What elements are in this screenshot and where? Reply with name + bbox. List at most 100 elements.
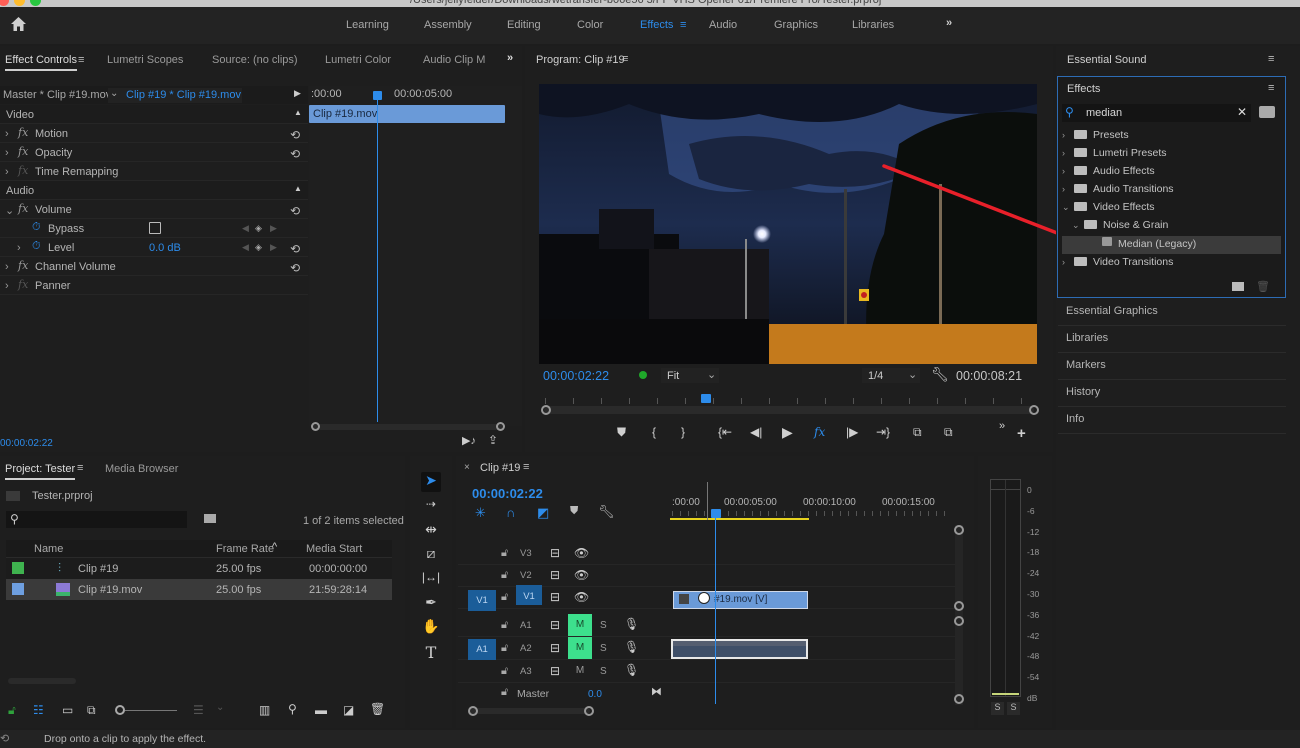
video-clip[interactable]: #19.mov [V] — [673, 591, 808, 609]
table-row[interactable]: ⫶ Clip #19 25.00 fps 00:00:00:00 — [6, 558, 392, 579]
fx-toggle-icon[interactable]: fx — [814, 425, 825, 439]
eye-icon[interactable]: 👁︎ — [574, 546, 589, 560]
panel-libraries[interactable]: Libraries — [1058, 326, 1286, 353]
export-frame-icon[interactable]: ⇪ — [488, 433, 498, 447]
collapse-chevron-icon[interactable]: ⌄ — [1062, 202, 1074, 213]
type-tool-icon[interactable]: T — [421, 643, 441, 663]
slip-tool-icon[interactable]: |↔| — [421, 570, 441, 590]
toggle-sync-lock-icon[interactable]: ⊟ — [550, 618, 560, 632]
selection-tool-icon[interactable]: ➤ — [421, 472, 441, 492]
collapse-chevron-icon[interactable]: ⌄ — [5, 204, 14, 217]
pen-tool-icon[interactable]: ✒ — [421, 594, 441, 614]
bypass-checkbox[interactable] — [149, 222, 161, 234]
fx-icon[interactable]: fx — [18, 259, 28, 272]
tab-project[interactable]: Project: Tester — [5, 463, 76, 480]
zoom-slider-track[interactable] — [125, 710, 177, 711]
sequence-clip-dropdown[interactable]: ⌄ Clip #19 * Clip #19.mov — [108, 88, 242, 103]
lift-icon[interactable]: ⧉ — [913, 425, 922, 440]
collapse-chevron-icon[interactable]: ⌄ — [1072, 220, 1084, 231]
hand-tool-icon[interactable]: ✋ — [421, 618, 441, 638]
column-media-start[interactable]: Media Start — [306, 543, 362, 555]
new-item-icon[interactable]: ◪ — [343, 703, 354, 717]
toggle-sync-lock-icon[interactable]: ⊟ — [550, 546, 560, 560]
overflow-controls-icon[interactable]: » — [999, 420, 1005, 432]
track-lock-icon[interactable]: 🔓︎ — [501, 686, 508, 699]
tree-item-audio-transitions[interactable]: › Audio Transitions — [1062, 183, 1174, 201]
scroll-handle-left[interactable] — [311, 422, 320, 431]
resolution-dropdown[interactable]: 1/4 ⌄ — [862, 368, 920, 383]
mark-out-icon[interactable]: } — [681, 425, 685, 439]
scroll-handle[interactable] — [954, 525, 964, 535]
table-row[interactable]: Clip #19.mov 25.00 fps 21:59:28:14 — [6, 579, 392, 600]
expand-chevron-icon[interactable]: › — [17, 242, 21, 254]
step-forward-icon[interactable]: |▶ — [846, 425, 858, 439]
scroll-handle[interactable] — [954, 601, 964, 611]
tree-item-noise-grain[interactable]: ⌄ Noise & Grain — [1072, 219, 1168, 237]
tab-audio-clip-mixer[interactable]: Audio Clip Mix — [423, 54, 486, 66]
tab-lumetri-color[interactable]: Lumetri Color — [325, 54, 391, 66]
project-horizontal-scrollbar[interactable] — [8, 678, 76, 684]
next-keyframe-icon[interactable]: ▶ — [270, 223, 277, 234]
effects-menu-icon[interactable]: ≡ — [1268, 82, 1274, 94]
wrench-icon[interactable]: 🔧︎ — [931, 366, 949, 383]
mute-button[interactable]: M — [568, 614, 592, 636]
work-area-bar[interactable] — [670, 518, 809, 520]
new-bin-icon[interactable]: ▬ — [315, 703, 327, 717]
tree-item-lumetri-presets[interactable]: › Lumetri Presets — [1062, 147, 1167, 165]
extract-icon[interactable]: ⧉ — [944, 425, 953, 440]
zoom-level-dropdown[interactable]: Fit ⌄ — [661, 368, 719, 383]
fx-icon[interactable]: fx — [18, 202, 28, 215]
program-menu-icon[interactable]: ≡ — [622, 53, 628, 65]
reset-icon[interactable]: ⟲ — [290, 128, 300, 142]
workspace-effects[interactable]: Effects — [640, 19, 673, 31]
voiceover-mic-icon[interactable]: 🎙︎ — [624, 640, 639, 654]
label-color-swatch[interactable] — [12, 562, 24, 574]
tab-source[interactable]: Source: (no clips) — [212, 54, 298, 66]
scroll-handle[interactable] — [954, 694, 964, 704]
toggle-sync-lock-icon[interactable]: ⊟ — [550, 568, 560, 582]
expand-chevron-icon[interactable]: › — [1062, 184, 1074, 194]
home-icon[interactable] — [10, 16, 27, 33]
sort-icon[interactable]: ☰ — [193, 703, 204, 717]
track-lock-icon[interactable]: 🔓︎ — [501, 591, 508, 604]
tab-lumetri-scopes[interactable]: Lumetri Scopes — [107, 54, 183, 66]
effects-search-field[interactable]: ⚲ median ✕ — [1062, 104, 1251, 122]
scroll-handle-right[interactable] — [1029, 405, 1039, 415]
expand-chevron-icon[interactable]: › — [5, 280, 9, 292]
eye-icon[interactable]: 👁︎ — [574, 568, 589, 582]
sort-ascending-icon[interactable]: ^ — [272, 541, 277, 553]
collapse-up-icon[interactable]: ▲ — [294, 184, 302, 193]
track-lock-icon[interactable]: 🔓︎ — [501, 619, 508, 632]
workspace-overflow-button[interactable]: » — [946, 17, 952, 29]
reset-icon[interactable]: ⟲ — [290, 242, 300, 256]
reset-icon[interactable]: ⟲ — [290, 204, 300, 218]
reset-icon[interactable]: ⟲ — [290, 261, 300, 275]
find-icon[interactable]: ⚲ — [288, 702, 297, 716]
tab-effect-controls[interactable]: Effect Controls — [5, 54, 77, 71]
tree-item-presets[interactable]: › Presets — [1062, 129, 1129, 147]
trash-icon[interactable]: 🗑︎ — [370, 702, 385, 716]
tree-item-median-legacy[interactable]: Median (Legacy) — [1062, 236, 1281, 254]
ripple-edit-tool-icon[interactable]: ⇹ — [421, 521, 441, 541]
go-to-in-icon[interactable]: {⇤ — [718, 425, 732, 439]
stopwatch-icon[interactable]: ⏱ — [32, 240, 41, 253]
zoom-scrollbar[interactable] — [313, 424, 503, 430]
workspace-graphics[interactable]: Graphics — [774, 19, 818, 31]
panel-overflow-button[interactable]: » — [507, 52, 513, 64]
expand-chevron-icon[interactable]: › — [5, 128, 9, 140]
effect-row-volume[interactable]: ⌄ fx Volume ⟲ — [0, 200, 308, 219]
track-select-tool-icon[interactable]: ⇢ — [421, 497, 441, 517]
new-bin-icon[interactable] — [1232, 282, 1244, 291]
clip-bar[interactable]: Clip #19.mov — [309, 105, 505, 123]
expand-chevron-icon[interactable]: › — [5, 261, 9, 273]
project-menu-icon[interactable]: ≡ — [77, 462, 83, 474]
essential-sound-menu-icon[interactable]: ≡ — [1268, 53, 1274, 65]
expand-chevron-icon[interactable]: › — [5, 147, 9, 159]
razor-tool-icon[interactable]: ⧄ — [421, 545, 441, 565]
expand-chevron-icon[interactable]: › — [1062, 130, 1074, 140]
prev-keyframe-icon[interactable]: ◀ — [242, 223, 249, 234]
workspace-learning[interactable]: Learning — [346, 19, 389, 31]
mark-in-icon[interactable]: { — [652, 425, 656, 439]
project-search-field[interactable]: ⚲ — [6, 511, 187, 528]
column-frame-rate[interactable]: Frame Rate — [216, 543, 274, 555]
